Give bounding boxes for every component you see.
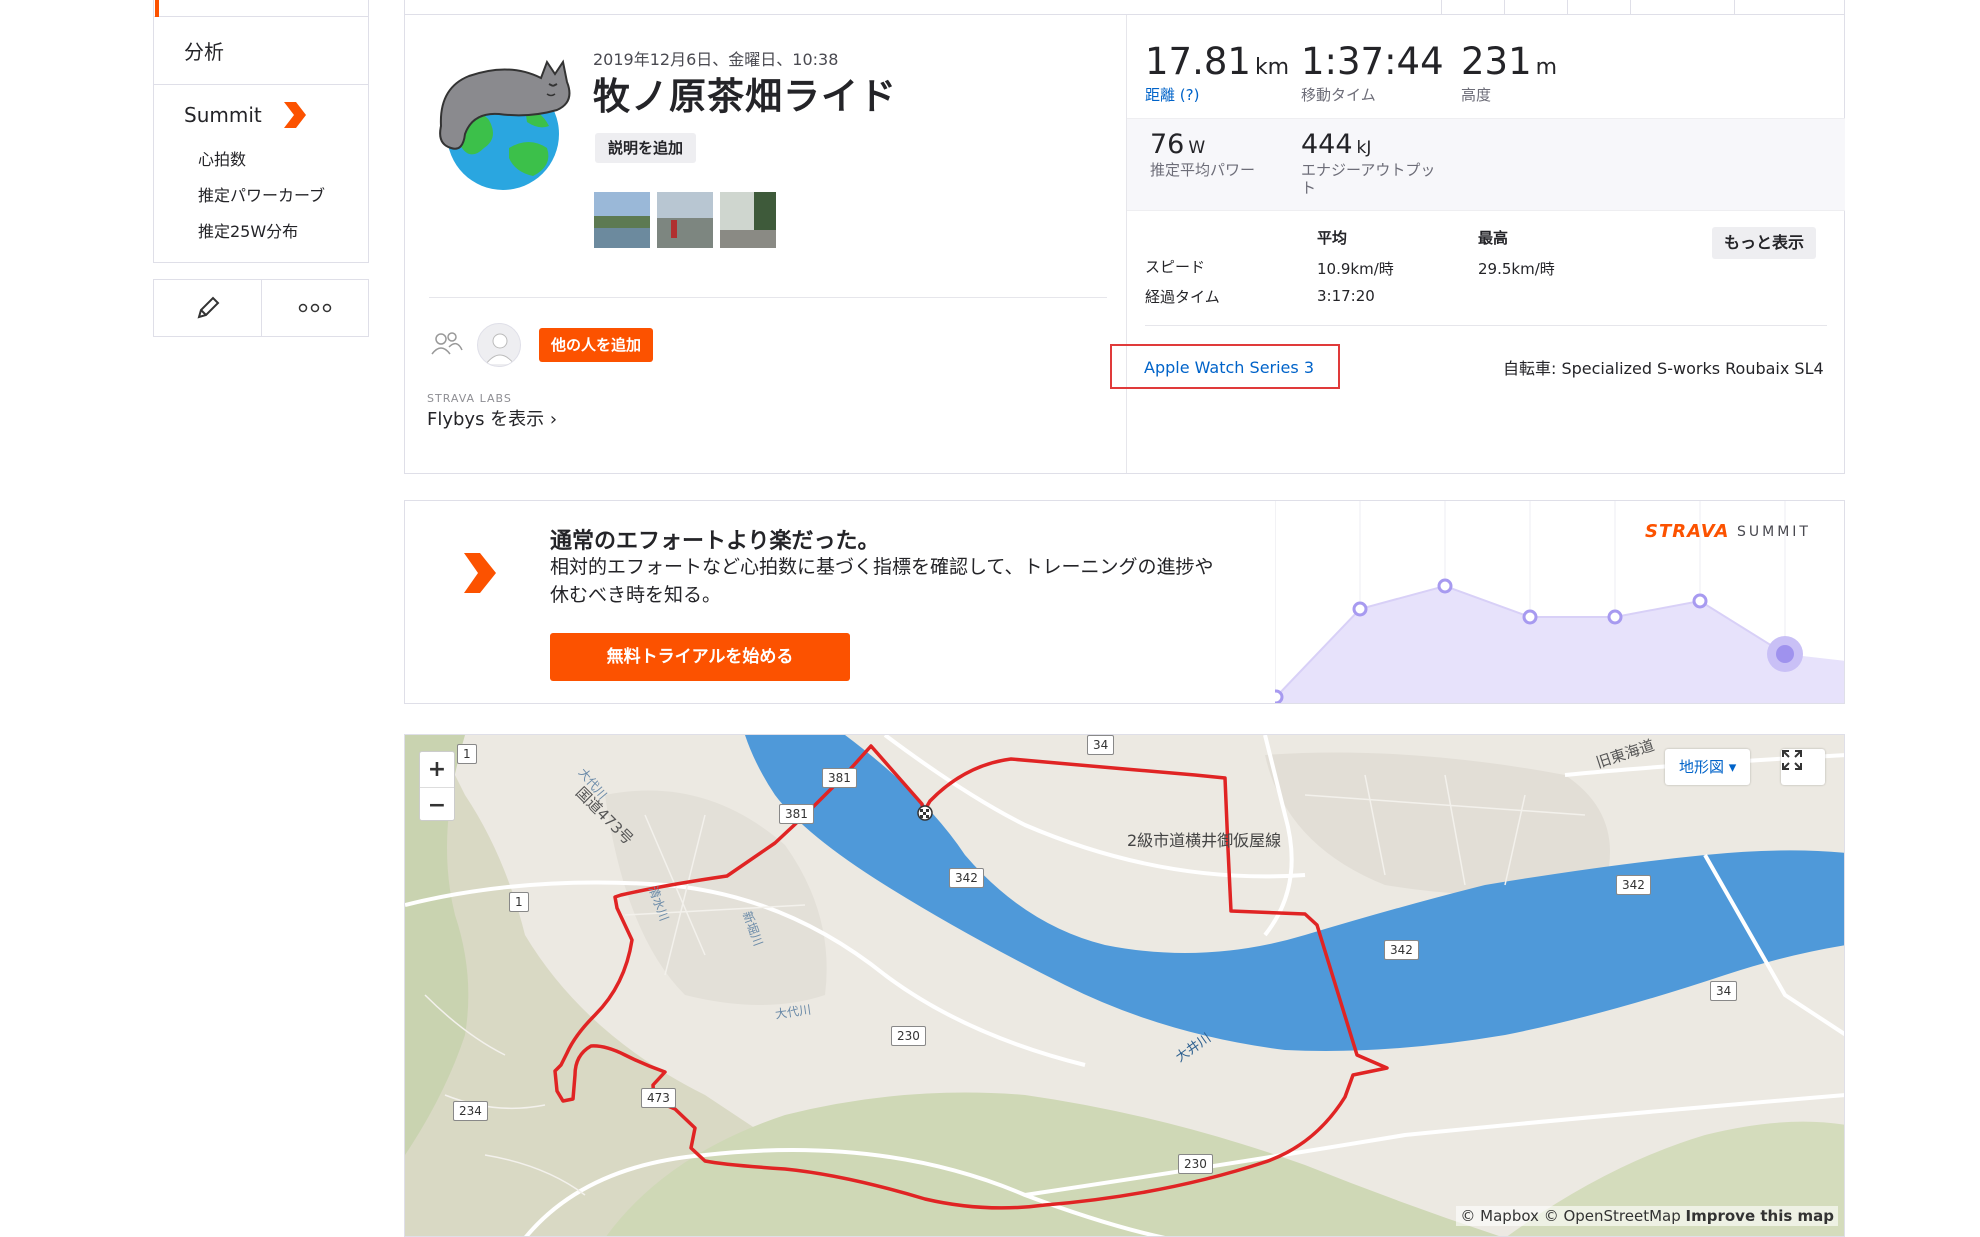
map-type-dropdown[interactable]: 地形図 ▾ xyxy=(1665,749,1751,785)
sidebar-item-heartrate[interactable]: 心拍数 xyxy=(198,146,246,170)
sidebar-divider xyxy=(154,84,368,85)
fullscreen-button[interactable] xyxy=(1781,749,1825,785)
energy-label: エナジーアウトプット xyxy=(1301,161,1436,197)
pencil-icon xyxy=(197,296,219,319)
distance-value: 17.81 xyxy=(1145,40,1251,83)
map-attribution: © Mapbox © OpenStreetMap Improve this ma… xyxy=(1456,1206,1838,1226)
stat-distance: 17.81 km 距離 (?) xyxy=(1145,40,1289,105)
table-cell-avg-speed: 10.9km/時 xyxy=(1317,260,1394,278)
activity-title: 牧ノ原茶畑ライド xyxy=(593,75,897,118)
sidebar-item-power-distribution[interactable]: 推定25W分布 xyxy=(198,218,298,242)
sidebar-item-active[interactable] xyxy=(154,0,369,17)
road-number: 381 xyxy=(779,804,814,824)
activity-card: 2019年12月6日、金曜日、10:38 牧ノ原茶畑ライド 説明を追加 他の人を… xyxy=(404,0,1845,474)
table-cell-elapsed: 3:17:20 xyxy=(1317,287,1375,305)
start-free-trial-button[interactable]: 無料トライアルを始める xyxy=(550,633,850,681)
map-label-city-road: 2級市道横井御仮屋線 xyxy=(1127,831,1282,850)
user-avatar-placeholder[interactable] xyxy=(477,323,521,367)
stat-moving-time: 1:37:44 移動タイム xyxy=(1301,40,1444,105)
road-number: 342 xyxy=(1616,875,1651,895)
divider xyxy=(429,297,1107,298)
distance-unit: km xyxy=(1254,55,1290,80)
sidebar-item-power-curve[interactable]: 推定パワーカーブ xyxy=(198,182,325,206)
more-dots-icon xyxy=(298,303,332,313)
zoom-controls: + − xyxy=(419,751,455,821)
table-row-label: 経過タイム xyxy=(1145,288,1220,306)
zoom-in-button[interactable]: + xyxy=(420,752,454,787)
road-number: 230 xyxy=(891,1026,926,1046)
divider xyxy=(1145,325,1827,326)
road-number: 342 xyxy=(949,868,984,888)
activity-photos xyxy=(594,192,776,248)
stat-power: 76 W 推定平均パワー xyxy=(1150,129,1300,179)
device-highlight-box: Apple Watch Series 3 xyxy=(1110,344,1340,389)
summit-promo: 通常のエフォートより楽だった。 相対的エフォートなど心拍数に基づく指標を確認して… xyxy=(404,500,1845,704)
elevation-value: 231 xyxy=(1461,40,1532,83)
road-number: 342 xyxy=(1384,940,1419,960)
user-icon xyxy=(485,333,515,365)
bike-info: 自転車: Specialized S-works Roubaix SL4 xyxy=(1503,359,1824,378)
more-options-button[interactable] xyxy=(261,280,368,336)
photo-thumbnail[interactable] xyxy=(594,192,650,248)
edit-button[interactable] xyxy=(154,280,261,336)
power-label: 推定平均パワー xyxy=(1150,161,1256,179)
road-number: 1 xyxy=(509,892,529,912)
card-tabs-strip xyxy=(405,0,1844,15)
show-more-button[interactable]: もっと表示 xyxy=(1712,227,1817,259)
route-map[interactable]: 国道473号 2級市道横井御仮屋線 大代川 大井川 旧東海道 大代川 清水川 新… xyxy=(404,734,1845,1237)
promo-title: 通常のエフォートより楽だった。 xyxy=(550,529,880,554)
summit-chevron-icon xyxy=(283,102,306,128)
moving-time-value: 1:37:44 xyxy=(1301,40,1444,83)
road-number: 34 xyxy=(1710,981,1738,1001)
road-number: 473 xyxy=(641,1088,676,1108)
athlete-avatar[interactable] xyxy=(429,48,577,196)
summit-logo-text: SUMMIT xyxy=(1737,524,1811,540)
zoom-out-button[interactable]: − xyxy=(420,787,454,822)
stat-elevation: 231 m 高度 xyxy=(1461,40,1557,105)
road-number: 230 xyxy=(1178,1154,1213,1174)
table-header-max: 最高 xyxy=(1478,229,1509,247)
energy-unit: kJ xyxy=(1356,138,1372,158)
energy-value: 444 xyxy=(1301,129,1353,160)
attribution-text: © Mapbox © OpenStreetMap xyxy=(1460,1207,1686,1225)
road-number: 234 xyxy=(453,1101,488,1121)
road-number: 1 xyxy=(457,744,477,764)
add-others-button[interactable]: 他の人を追加 xyxy=(539,328,654,362)
table-row-label: スピード xyxy=(1145,258,1206,276)
summit-chevron-icon xyxy=(464,553,496,593)
road-number: 381 xyxy=(822,768,857,788)
summit-label: Summit xyxy=(184,103,262,127)
column-divider xyxy=(1126,15,1127,473)
flybys-link[interactable]: Flybys を表示 › xyxy=(427,405,557,431)
road-number: 34 xyxy=(1087,735,1115,755)
expand-icon xyxy=(1782,750,1802,770)
sidebar-item-summit[interactable]: Summit xyxy=(184,100,308,130)
table-header-avg: 平均 xyxy=(1317,229,1348,247)
stat-energy: 444 kJ エナジーアウトプット xyxy=(1301,129,1441,197)
promo-body: 相対的エフォートなど心拍数に基づく指標を確認して、トレーニングの進捗や休むべき時… xyxy=(550,556,1214,606)
device-link[interactable]: Apple Watch Series 3 xyxy=(1144,358,1314,377)
map-canvas xyxy=(405,735,1844,1236)
elevation-unit: m xyxy=(1535,55,1558,80)
sidebar-item-analysis[interactable]: 分析 xyxy=(184,36,224,65)
improve-map-link[interactable]: Improve this map xyxy=(1686,1207,1834,1225)
table-cell-max-speed: 29.5km/時 xyxy=(1478,260,1555,278)
distance-label[interactable]: 距離 (?) xyxy=(1145,84,1289,105)
moving-time-label: 移動タイム xyxy=(1301,86,1376,104)
power-unit: W xyxy=(1188,138,1206,158)
photo-thumbnail[interactable] xyxy=(720,192,776,248)
sidebar-menu: 分析 Summit 心拍数 推定パワーカーブ 推定25W分布 xyxy=(153,0,369,263)
strava-labs-label: STRAVA LABS xyxy=(427,392,512,405)
group-athletes-icon xyxy=(431,332,463,355)
photo-thumbnail[interactable] xyxy=(657,192,713,248)
sidebar-tools xyxy=(153,279,369,337)
add-description-button[interactable]: 説明を追加 xyxy=(595,133,697,163)
elevation-label: 高度 xyxy=(1461,86,1492,104)
power-value: 76 xyxy=(1150,129,1185,160)
strava-logo: STRAVA xyxy=(1645,521,1730,542)
